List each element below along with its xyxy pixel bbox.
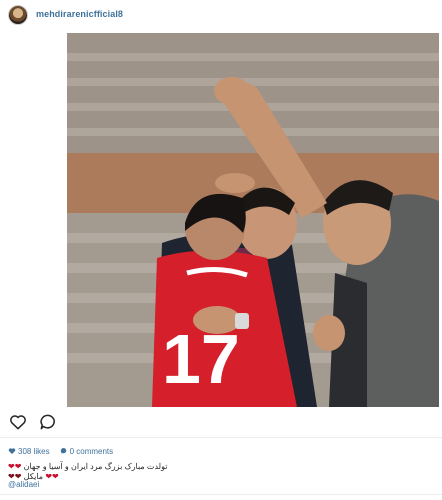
heart-outline-icon[interactable] bbox=[8, 412, 28, 432]
caption-text: تولدت مبارک بزرگ مرد ایران و آسیا و جهان bbox=[23, 462, 168, 471]
photo-illustration: 17 bbox=[67, 33, 439, 407]
speech-bubble-icon[interactable] bbox=[38, 412, 58, 432]
bottom-divider bbox=[0, 494, 442, 495]
heart-filled-icon bbox=[8, 448, 16, 454]
comment-filled-icon bbox=[60, 447, 66, 454]
instagram-post: mehdirarenicfficial8 17 308 likes 0 comm… bbox=[0, 0, 442, 500]
comments-count[interactable]: 0 comments bbox=[60, 446, 114, 456]
caption-line-1: تولدت مبارک بزرگ مرد ایران و آسیا و جهان… bbox=[8, 462, 368, 471]
caption-mention[interactable]: @alidaei bbox=[8, 480, 39, 489]
heart-emoji-icon: ❤❤ bbox=[8, 462, 22, 471]
heart-emoji-icon-2: ❤❤ bbox=[45, 472, 59, 481]
post-stats: 308 likes 0 comments bbox=[8, 445, 113, 457]
username-link[interactable]: mehdirarenicfficial8 bbox=[36, 9, 123, 19]
likes-count[interactable]: 308 likes bbox=[8, 447, 50, 456]
post-photo[interactable]: 17 bbox=[67, 33, 439, 407]
avatar[interactable] bbox=[8, 5, 28, 25]
likes-text: 308 likes bbox=[18, 446, 50, 456]
divider bbox=[0, 437, 442, 438]
post-header: mehdirarenicfficial8 bbox=[0, 0, 442, 32]
comments-text: 0 comments bbox=[69, 446, 114, 456]
